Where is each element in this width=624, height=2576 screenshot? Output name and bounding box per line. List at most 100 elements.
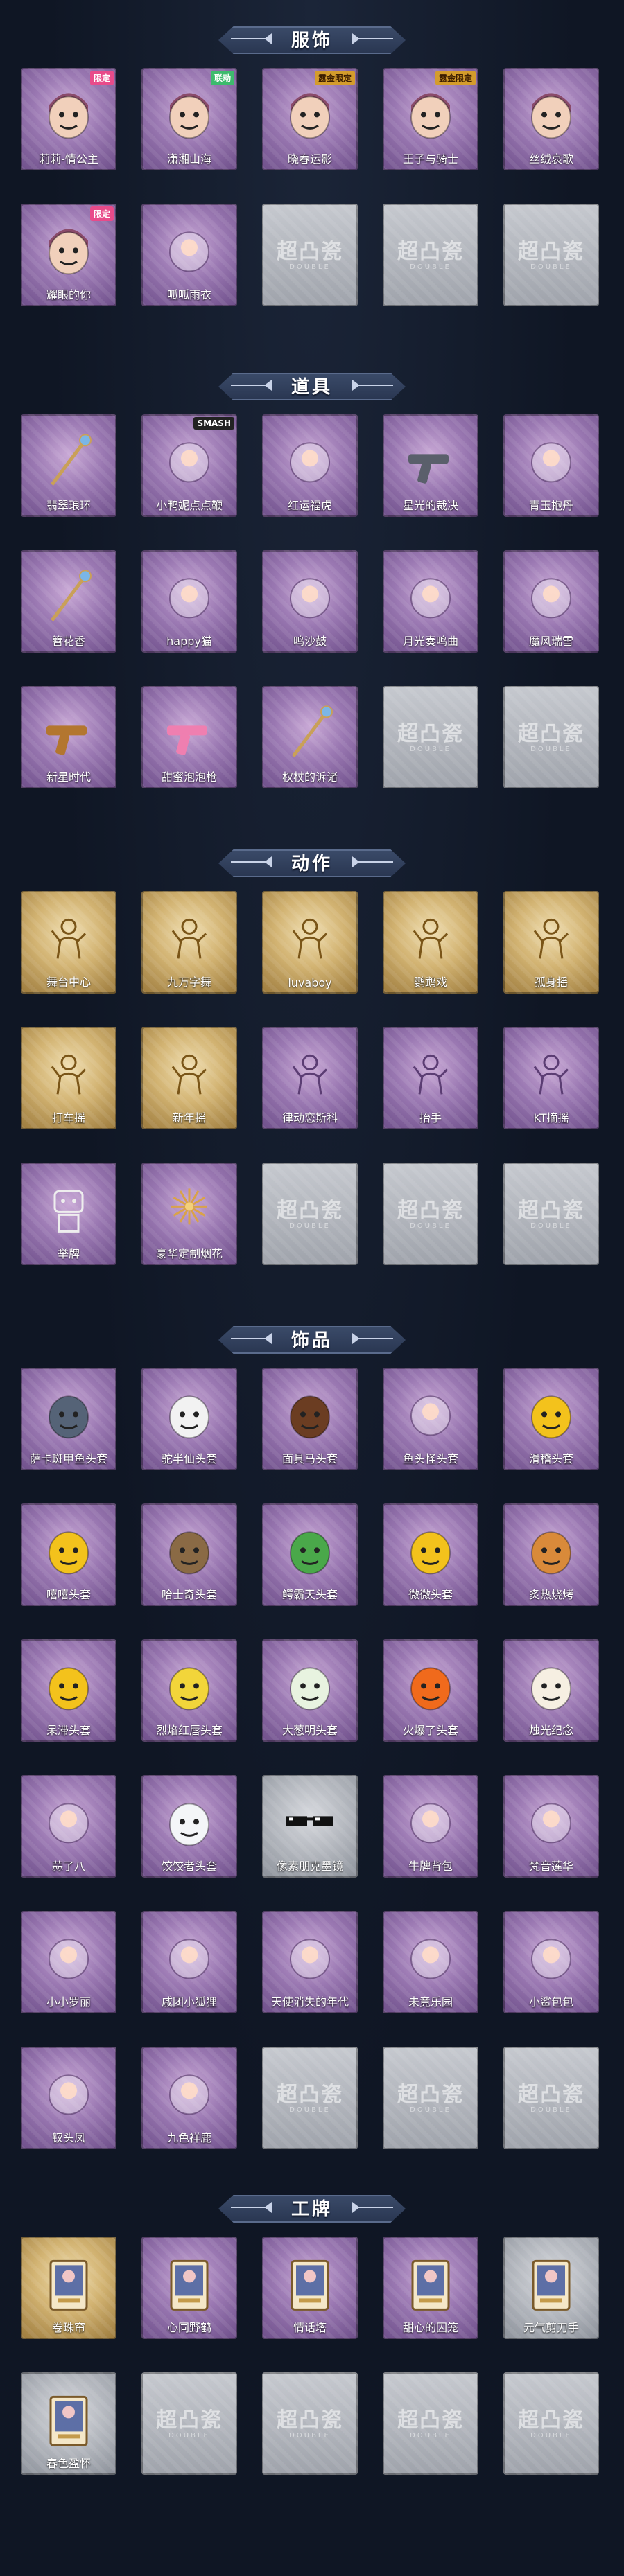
watermark-subtext: DOUBLE <box>410 263 451 271</box>
item-card[interactable]: 舞台中心 <box>21 891 116 1009</box>
item-card[interactable]: 孤身摇 <box>503 891 599 1009</box>
item-card[interactable]: 嘻嘻头套 <box>21 1503 116 1621</box>
fox-pendant-icon <box>169 1939 209 1979</box>
item-card[interactable]: 炙热烧烤 <box>503 1503 599 1621</box>
item-card[interactable]: 新年摇 <box>141 1027 237 1145</box>
pose-figure-icon <box>171 1054 207 1095</box>
item-card[interactable]: 烈焰红唇头套 <box>141 1639 237 1757</box>
item-picture <box>157 907 221 971</box>
item-card[interactable]: 举牌 <box>21 1163 116 1280</box>
item-card[interactable]: 情话塔 <box>262 2237 358 2354</box>
item-card[interactable]: 星光的裁决 <box>383 414 478 532</box>
item-picture <box>157 566 221 630</box>
item-card[interactable]: 微微头套 <box>383 1503 478 1621</box>
item-card[interactable]: 火爆了头套 <box>383 1639 478 1757</box>
item-card[interactable]: 卷珠帘 <box>21 2237 116 2354</box>
section-title: 饰品 <box>291 1330 333 1351</box>
item-card[interactable]: 牛牌背包 <box>383 1775 478 1893</box>
item-card[interactable]: 九色祥鹿 <box>141 2047 237 2164</box>
item-badge: SMASH <box>193 417 234 430</box>
item-label: 戚团小狐狸 <box>161 1995 217 2009</box>
item-card[interactable]: 呱呱雨衣 <box>141 204 237 321</box>
item-label: 卷珠帘 <box>51 2321 85 2334</box>
item-card[interactable]: 月光奏鸣曲 <box>383 550 478 668</box>
item-card[interactable]: 饺饺者头套 <box>141 1775 237 1893</box>
item-label: 晓春运影 <box>287 152 332 166</box>
item-card[interactable]: luvaboy <box>262 891 358 1009</box>
item-card[interactable]: 露金限定 王子与骑士 <box>383 68 478 186</box>
item-label: 小小罗丽 <box>46 1995 91 2009</box>
item-card[interactable]: 呆滞头套 <box>21 1639 116 1757</box>
item-card[interactable]: 驼半仙头套 <box>141 1368 237 1485</box>
empty-slot: 超凸瓷 DOUBLE <box>141 2372 237 2490</box>
item-card[interactable]: 滑稽头套 <box>503 1368 599 1485</box>
item-card[interactable]: 新星时代 <box>21 686 116 804</box>
item-card[interactable]: 丝绒哀歌 <box>503 68 599 186</box>
item-card-frame: 微微头套 <box>383 1503 478 1606</box>
item-card[interactable]: 打车摇 <box>21 1027 116 1145</box>
item-card[interactable]: 大葱明头套 <box>262 1639 358 1757</box>
item-card-frame: 面具马头套 <box>262 1368 358 1470</box>
item-card[interactable]: 甜蜜泡泡枪 <box>141 686 237 804</box>
item-label: 面具马头套 <box>281 1452 338 1465</box>
item-card[interactable]: 限定 莉莉-情公主 <box>21 68 116 186</box>
item-card-frame: 露金限定 王子与骑士 <box>383 68 478 170</box>
item-card[interactable]: 天使消失的年代 <box>262 1911 358 2029</box>
snow-globe-icon <box>531 578 571 619</box>
item-card[interactable]: 像素朋克墨镜 <box>262 1775 358 1893</box>
item-picture <box>37 1179 101 1242</box>
item-card[interactable]: 春色盈怀 <box>21 2372 116 2490</box>
item-card[interactable]: 露金限定 晓春运影 <box>262 68 358 186</box>
item-card[interactable]: 权杖的诉诸 <box>262 686 358 804</box>
item-card[interactable]: 联动 潇湘山海 <box>141 68 237 186</box>
item-badge: 限定 <box>89 206 114 221</box>
pose-figure-icon <box>292 1054 328 1095</box>
item-card[interactable]: 小小罗丽 <box>21 1911 116 2029</box>
card-badge-icon <box>411 2259 450 2311</box>
item-card-frame: 超凸瓷 DOUBLE <box>383 686 478 788</box>
item-card[interactable]: 豪华定制烟花 <box>141 1163 237 1280</box>
item-card[interactable]: 鸣沙鼓 <box>262 550 358 668</box>
item-card[interactable]: 红运福虎 <box>262 414 358 532</box>
item-card-frame: 月光奏鸣曲 <box>383 550 478 653</box>
item-card[interactable]: 律动恋斯科 <box>262 1027 358 1145</box>
item-card[interactable]: 翡翠琅环 <box>21 414 116 532</box>
empty-slot: 超凸瓷 DOUBLE <box>383 204 478 321</box>
item-card[interactable]: 元气剪刀手 <box>503 2237 599 2354</box>
revolver-icon <box>46 725 87 755</box>
item-card[interactable]: happy猫 <box>141 550 237 668</box>
item-card[interactable]: 限定 耀眼的你 <box>21 204 116 321</box>
item-card[interactable]: 小鲨包包 <box>503 1911 599 2029</box>
item-card[interactable]: 钗头凤 <box>21 2047 116 2164</box>
item-card[interactable]: 哈士奇头套 <box>141 1503 237 1621</box>
item-label: 举牌 <box>57 1247 80 1260</box>
item-card[interactable]: SMASH 小鸭妮点点鞭 <box>141 414 237 532</box>
item-card[interactable]: KT摘摇 <box>503 1027 599 1145</box>
item-card[interactable]: 戚团小狐狸 <box>141 1911 237 2029</box>
item-card[interactable]: 蒜了八 <box>21 1775 116 1893</box>
item-card[interactable]: 鳄霸天头套 <box>262 1503 358 1621</box>
item-label: 豪华定制烟花 <box>155 1247 223 1260</box>
item-card[interactable]: 梵音莲华 <box>503 1775 599 1893</box>
item-card[interactable]: 抬手 <box>383 1027 478 1145</box>
doll-face-icon <box>49 93 89 139</box>
item-card[interactable]: 萨卡斑甲鱼头套 <box>21 1368 116 1485</box>
item-card[interactable]: 青玉抱丹 <box>503 414 599 532</box>
item-picture <box>278 907 342 971</box>
item-card-frame: 烈焰红唇头套 <box>141 1639 237 1742</box>
item-card[interactable]: 心同野鹤 <box>141 2237 237 2354</box>
item-card[interactable]: 簪花香 <box>21 550 116 668</box>
item-card[interactable]: 烛光纪念 <box>503 1639 599 1757</box>
item-card-frame: 鸣沙鼓 <box>262 550 358 653</box>
item-card[interactable]: 鱼头怪头套 <box>383 1368 478 1485</box>
item-card[interactable]: 鹦鹉戏 <box>383 891 478 1009</box>
item-card[interactable]: 魔风瑞雪 <box>503 550 599 668</box>
watermark-subtext: DOUBLE <box>289 2106 331 2114</box>
item-picture <box>157 1043 221 1106</box>
item-label: 星光的裁决 <box>402 499 458 512</box>
item-card[interactable]: 未竟乐园 <box>383 1911 478 2029</box>
bubble-gun-icon <box>167 725 207 755</box>
item-card[interactable]: 面具马头套 <box>262 1368 358 1485</box>
item-card[interactable]: 九万字舞 <box>141 891 237 1009</box>
item-card[interactable]: 甜心的囚笼 <box>383 2237 478 2354</box>
